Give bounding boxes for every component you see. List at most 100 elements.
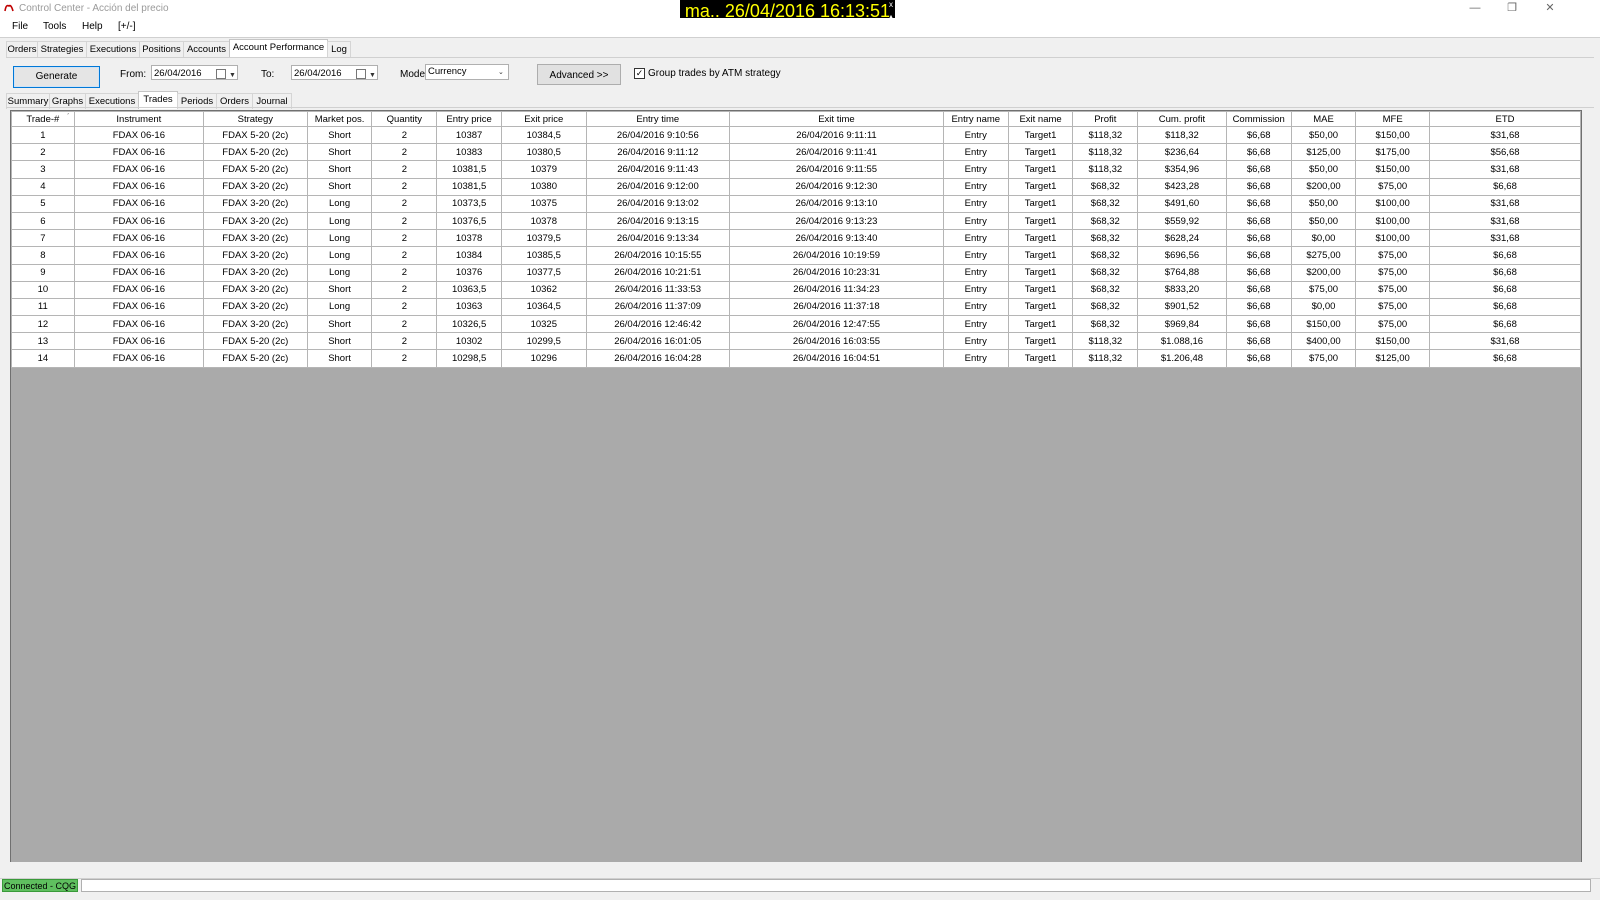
table-cell-exit-time: 26/04/2016 11:37:18 [729,297,944,317]
column-header-etd[interactable]: ETD [1428,111,1581,127]
column-header-exit-time[interactable]: Exit time [729,111,944,127]
tab-accounts[interactable]: Accounts [183,41,230,57]
column-header-entry-name[interactable]: Entry name [942,111,1009,127]
table-cell-etd: $6,68 [1428,297,1581,317]
table-cell-trade: 4 [11,177,75,196]
trades-grid[interactable]: Trade-# ˊ Instrument Strategy Market pos. Qua… [10,110,1582,864]
window-title: Control Center - Acción del precio [19,3,169,14]
table-row[interactable]: 1 FDAX 06-16 FDAX 5-20 (2c) Short 2 10387 1038… [11,125,1581,145]
subtab-divider [6,107,1594,108]
table-row[interactable]: 8 FDAX 06-16 FDAX 3-20 (2c) Long 2 10384 10385… [11,246,1581,265]
table-cell-etd: $6,68 [1428,315,1581,334]
mode-select[interactable]: Currency ⌄ [425,64,509,80]
table-row[interactable]: 12 FDAX 06-16 FDAX 3-20 (2c) Short 2 10326,5 1… [11,315,1581,334]
table-cell-exit-name: Target1 [1007,125,1074,145]
menu-file[interactable]: File [12,21,28,32]
chevron-down-icon[interactable]: ▼ [369,68,376,83]
table-row[interactable]: 2 FDAX 06-16 FDAX 5-20 (2c) Short 2 10383 1038… [11,143,1581,162]
table-cell-strategy: FDAX 3-20 (2c) [202,246,308,265]
table-cell-entry-time: 26/04/2016 9:10:56 [585,125,731,145]
table-cell-exit-time: 26/04/2016 9:11:11 [729,125,944,145]
column-header-instrument[interactable]: Instrument [73,111,204,127]
column-header-quantity[interactable]: Quantity [371,111,438,127]
group-trades-checkbox[interactable]: ✓ [634,68,645,79]
column-header-market-pos[interactable]: Market pos. [306,111,373,127]
menu-toggle[interactable]: [+/-] [118,21,136,32]
table-cell-cum-profit: $1.206,48 [1137,349,1227,368]
table-cell-entry-price: 10302 [436,332,503,351]
column-header-profit[interactable]: Profit [1072,111,1139,127]
column-header-entry-price[interactable]: Entry price [436,111,503,127]
table-cell-entry-time: 26/04/2016 11:33:53 [585,280,731,299]
table-cell-exit-price: 10385,5 [501,246,587,265]
table-cell-entry-price: 10387 [436,125,503,145]
table-row[interactable]: 5 FDAX 06-16 FDAX 3-20 (2c) Long 2 10373,5 103… [11,194,1581,213]
column-header-commission[interactable]: Commission [1225,111,1292,127]
table-cell-instrument: FDAX 06-16 [73,297,204,317]
calendar-icon[interactable] [356,69,366,79]
table-cell-strategy: FDAX 3-20 (2c) [202,211,308,231]
generate-button[interactable]: Generate [13,66,100,88]
column-header-mae[interactable]: MAE [1290,111,1357,127]
table-cell-profit: $118,32 [1072,143,1139,162]
table-cell-strategy: FDAX 3-20 (2c) [202,297,308,317]
table-cell-exit-time: 26/04/2016 16:04:51 [729,349,944,368]
clock-close-icon[interactable]: x [887,0,895,10]
table-row[interactable]: 6 FDAX 06-16 FDAX 3-20 (2c) Long 2 10376,5 103… [11,211,1581,231]
table-cell-etd: $6,68 [1428,349,1581,368]
chevron-down-icon[interactable]: ▼ [229,68,236,83]
tab-account-performance[interactable]: Account Performance [229,39,328,57]
calendar-icon[interactable] [216,69,226,79]
table-cell-etd: $31,68 [1428,125,1581,145]
column-header-entry-time[interactable]: Entry time [585,111,731,127]
tab-positions[interactable]: Positions [139,41,184,57]
mode-value: Currency [428,66,467,77]
column-header-mfe[interactable]: MFE [1355,111,1430,127]
table-cell-profit: $68,32 [1072,280,1139,299]
table-cell-mae: $50,00 [1290,160,1357,179]
column-header-exit-price[interactable]: Exit price [501,111,587,127]
table-cell-market-pos: Short [306,177,373,196]
table-cell-entry-name: Entry [942,211,1009,231]
table-cell-exit-name: Target1 [1007,143,1074,162]
chevron-down-icon[interactable]: ⌄ [498,66,504,80]
tab-divider [6,57,1594,58]
table-row[interactable]: 4 FDAX 06-16 FDAX 3-20 (2c) Short 2 10381,5 10… [11,177,1581,196]
column-header-strategy[interactable]: Strategy [202,111,308,127]
table-row[interactable]: 14 FDAX 06-16 FDAX 5-20 (2c) Short 2 10298,5 1… [11,349,1581,368]
table-cell-profit: $68,32 [1072,263,1139,282]
tab-orders[interactable]: Orders [6,41,38,57]
tab-strategies[interactable]: Strategies [37,41,87,57]
table-cell-etd: $6,68 [1428,177,1581,196]
table-cell-trade: 11 [11,297,75,317]
from-date-picker[interactable]: 26/04/2016 ▼ [151,65,238,80]
table-cell-market-pos: Short [306,315,373,334]
tab-log[interactable]: Log [327,41,351,57]
table-cell-commission: $6,68 [1225,246,1292,265]
table-cell-exit-price: 10364,5 [501,297,587,317]
table-row[interactable]: 13 FDAX 06-16 FDAX 5-20 (2c) Short 2 10302 102… [11,332,1581,351]
column-header-exit-name[interactable]: Exit name [1007,111,1074,127]
close-button[interactable]: ✕ [1535,0,1565,16]
table-row[interactable]: 11 FDAX 06-16 FDAX 3-20 (2c) Long 2 10363 1036… [11,297,1581,317]
table-cell-exit-time: 26/04/2016 9:13:23 [729,211,944,231]
column-header-trade[interactable]: Trade-# ˊ [11,111,75,127]
table-row[interactable]: 9 FDAX 06-16 FDAX 3-20 (2c) Long 2 10376 10377… [11,263,1581,282]
advanced-button[interactable]: Advanced >> [537,64,621,85]
restore-button[interactable]: ❐ [1497,0,1527,16]
minimize-button[interactable]: — [1460,0,1490,16]
to-date-picker[interactable]: 26/04/2016 ▼ [291,65,378,80]
table-cell-mfe: $75,00 [1355,297,1430,317]
app-logo-icon [4,4,14,12]
menu-help[interactable]: Help [82,21,103,32]
table-cell-mfe: $150,00 [1355,332,1430,351]
table-cell-cum-profit: $118,32 [1137,125,1227,145]
table-row[interactable]: 10 FDAX 06-16 FDAX 3-20 (2c) Short 2 10363,5 1… [11,280,1581,299]
table-cell-trade: 7 [11,229,75,248]
column-header-cum-profit[interactable]: Cum. profit [1137,111,1227,127]
table-row[interactable]: 3 FDAX 06-16 FDAX 5-20 (2c) Short 2 10381,5 10… [11,160,1581,179]
tab-executions[interactable]: Executions [86,41,140,57]
table-row[interactable]: 7 FDAX 06-16 FDAX 3-20 (2c) Long 2 10378 10379… [11,229,1581,248]
menu-tools[interactable]: Tools [43,21,66,32]
table-cell-instrument: FDAX 06-16 [73,263,204,282]
